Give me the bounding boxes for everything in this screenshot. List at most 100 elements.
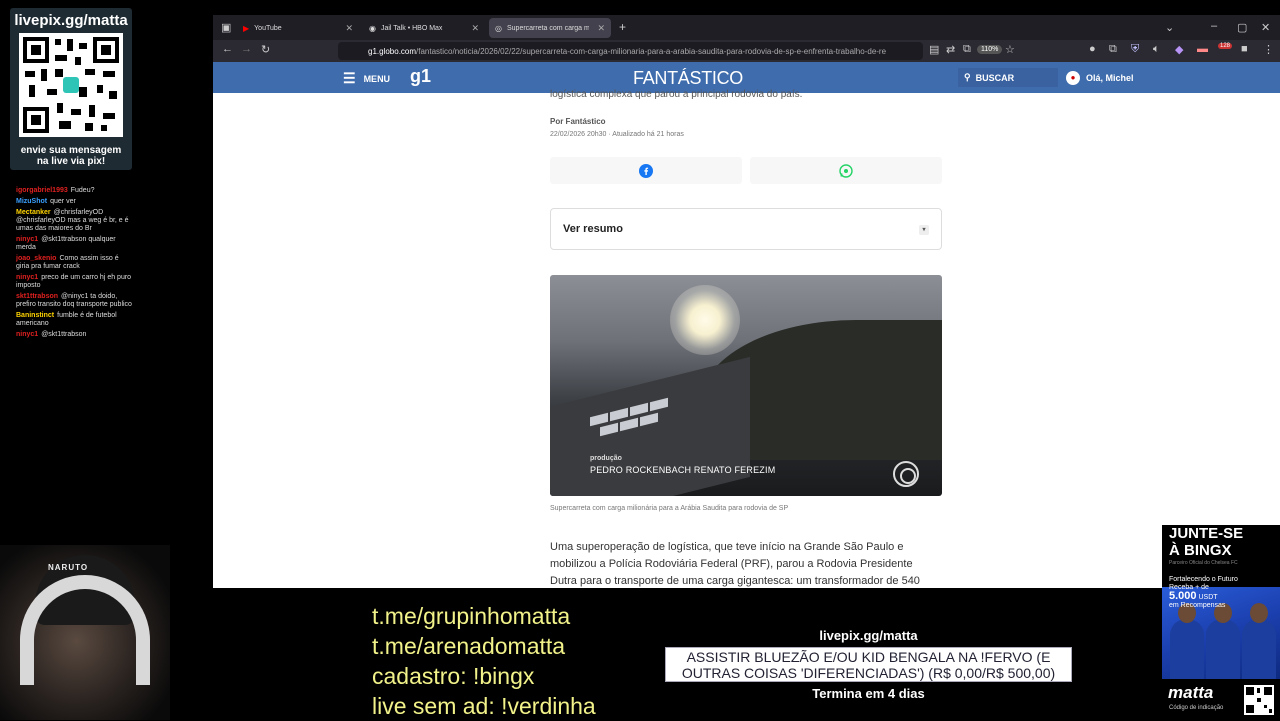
reader-icon[interactable]: ▤ [929,43,939,56]
chat-username: MizuShot [16,198,48,205]
new-tab-icon[interactable]: + [619,20,626,34]
extension-icon[interactable]: ■ [1241,43,1248,55]
promo-line: Fortalecendo o Futuro [1169,576,1238,583]
chat-message: joao_skenio Como assim isso é giria pra f… [16,255,132,271]
program-title[interactable]: FANTÁSTICO [633,68,743,89]
globo-watermark-icon [893,461,919,487]
close-icon[interactable]: ✕ [597,23,605,34]
chat-username: ninyc1 [16,331,39,338]
browser-window: ▣ ▶ YouTube ✕ ◉ Jail Talk • HBO Max ✕ ◎ … [213,15,1280,588]
tab-bar: ▣ ▶ YouTube ✕ ◉ Jail Talk • HBO Max ✕ ◎ … [213,15,1280,40]
youtube-icon: ▶ [243,23,250,33]
minimize-icon[interactable]: – [1211,20,1217,32]
extensions-icon[interactable]: ⧉ [1109,43,1117,56]
close-window-icon[interactable]: ✕ [1261,21,1270,34]
menu-button[interactable]: ☰ MENU [343,70,390,87]
sun-glare [670,285,740,355]
chat-username: joao_skenio [16,255,57,262]
user-menu[interactable]: ● Olá, Michel [1066,68,1134,87]
user-greeting: Olá, Michel [1086,72,1134,83]
bookmark-star-icon[interactable]: ☆ [1005,43,1015,56]
shield-icon[interactable]: ⛨ [1131,43,1139,56]
search-label: BUSCAR [975,72,1015,83]
chevron-down-icon: ▾ [919,225,929,235]
hbo-icon: ◉ [369,23,376,33]
notification-badge[interactable]: 128 [1218,43,1233,49]
referral-qr-code [1244,685,1274,715]
chat-message: Baninstinct fumble é de futebol americano [16,312,132,328]
chat-text: Fudeu? [70,187,95,194]
chat-username: igorgabriel1993 [16,187,68,194]
chat-message: ninyc1 @skt1ttrabson [16,331,132,339]
player [1206,603,1240,679]
bingx-promo: Fortalecendo o Futuro Receba + de 5.000 … [1169,576,1238,610]
chat-text: @skt1ttrabson [41,331,87,338]
summary-toggle[interactable]: Ver resumo ▾ [550,208,942,250]
tab-list-icon[interactable]: ▣ [221,21,231,34]
stream-chat: igorgabriel1993 Fudeu? MizuShot quer ver Mec… [16,187,132,342]
link-line: live sem ad: !verdinha [372,693,596,719]
tab-hbo[interactable]: ◉ Jail Talk • HBO Max ✕ [363,18,485,38]
promo-amount: 5.000 [1169,590,1197,602]
livepix-goal: livepix.gg/matta ASSISTIR BLUEZÃO E/OU K… [665,628,1072,701]
bingx-headline: JUNTE-SE À BINGX [1169,525,1244,559]
chat-message: MizuShot quer ver [16,198,132,206]
warehouse-roof [550,356,750,496]
share-facebook-button[interactable] [550,157,742,184]
share-whatsapp-button[interactable] [750,157,942,184]
byline[interactable]: Por Fantástico [550,117,606,126]
zoom-level[interactable]: 110% [977,45,1003,54]
reload-icon[interactable]: ↻ [261,43,270,56]
tab-label: YouTube [254,24,282,32]
g1-logo[interactable]: g1 [410,66,431,87]
globo-icon: ◎ [495,23,502,33]
maximize-icon[interactable]: ▢ [1237,21,1247,34]
extension-icon[interactable]: ◆ [1175,43,1183,56]
menu-label: MENU [363,73,391,84]
avatar: ● [1066,70,1080,85]
close-icon[interactable]: ✕ [345,23,353,34]
url-field[interactable]: g1.globo.com/fantastico/noticia/2026/02/… [338,42,923,60]
navigation-bar: ← → ↻ ⛉ 🔒︎ g1.globo.com/fantastico/notic… [213,40,1280,62]
link-line: t.me/arenadomatta [372,633,566,659]
translate-icon[interactable]: ⇄ [946,43,955,56]
pix-ends-text: Termina em 4 dias [812,686,925,701]
player [1170,603,1204,679]
chat-message: igorgabriel1993 Fudeu? [16,187,132,195]
webcam-feed: NARUTO [0,545,170,720]
link-line: t.me/grupinhomatta [372,603,571,629]
qr-title: livepix.gg/matta [14,12,128,29]
tab-youtube[interactable]: ▶ YouTube ✕ [237,18,359,38]
search-button[interactable]: ⚲ BUSCAR [958,68,1058,87]
extension-icon[interactable]: ▬ [1197,43,1208,55]
forward-icon[interactable]: → [241,43,252,55]
pix-title: livepix.gg/matta [819,628,918,643]
tab-g1-article[interactable]: ◎ Supercarreta com carga mil ✕ [489,18,611,38]
close-icon[interactable]: ✕ [471,23,479,34]
matta-referral-label: Código de indicação [1169,705,1224,711]
stream-links: t.me/grupinhomatta t.me/arenadomatta cad… [372,601,596,721]
account-icon[interactable]: ● [1089,43,1096,55]
chat-username: Baninstinct [16,312,55,319]
screenshot-icon[interactable]: ⧉ [963,43,971,56]
chat-message: ninyc1 @skt1ttrabson qualquer merda [16,236,132,252]
promo-line: em Recompensas [1169,602,1226,609]
chat-username: Mectanker [16,209,51,216]
tab-label: Jail Talk • HBO Max [380,24,443,32]
video-player[interactable]: produção PEDRO ROCKENBACH RENATO FEREZIM [550,275,942,496]
back-icon[interactable]: ← [222,43,233,55]
tab-label: Supercarreta com carga mil [506,24,589,32]
cap-text: NARUTO [48,563,89,572]
chevron-down-icon[interactable]: ⌄ [1165,21,1174,34]
chat-text: quer ver [50,198,76,205]
chat-username: ninyc1 [16,236,39,243]
summary-label: Ver resumo [563,223,623,235]
livepix-qr-panel: livepix.gg/matta envie sua mensagem na l… [10,8,132,170]
menu-icon[interactable]: ⋮ [1263,43,1274,56]
bingx-subline: Parceiro Oficial do Chelsea FC [1169,560,1238,566]
facebook-icon [639,163,653,178]
hamburger-icon: ☰ [343,70,356,86]
speaker-icon[interactable]: 🔈︎ [1153,43,1160,56]
article-body: Uma superoperação de logística, que teve… [550,541,920,587]
url-path: /fantastico/noticia/2026/02/22/supercarr… [416,46,887,56]
